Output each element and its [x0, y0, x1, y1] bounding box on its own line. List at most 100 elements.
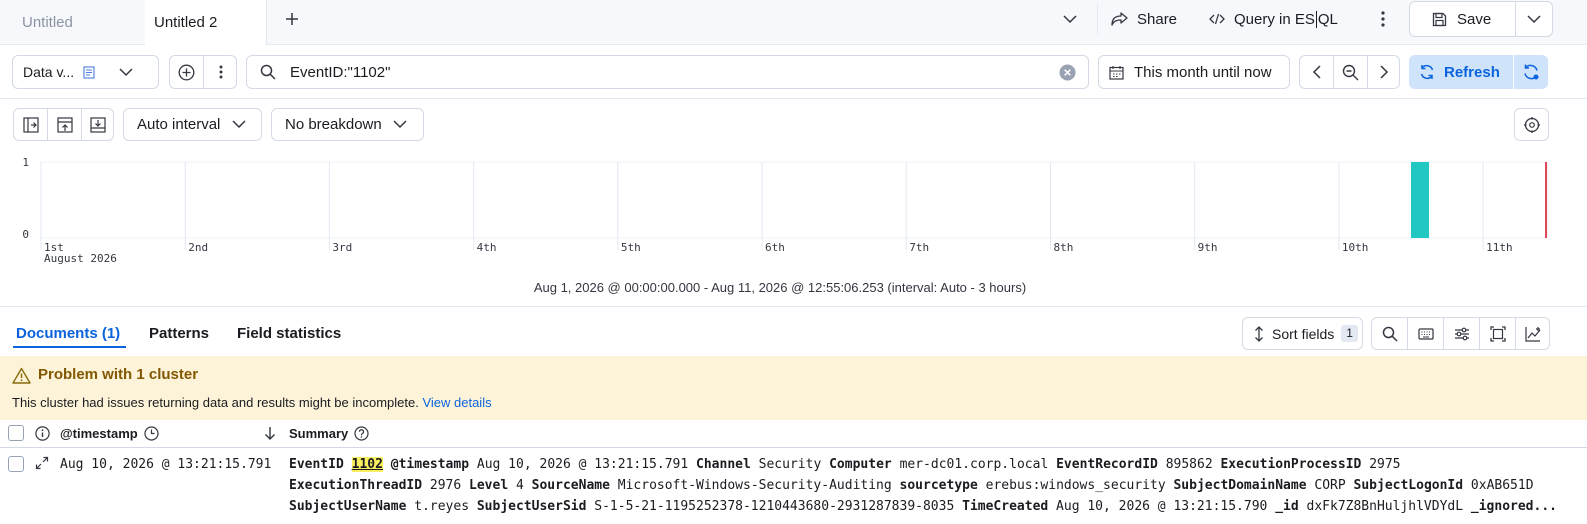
refresh-icon: [1419, 64, 1435, 80]
x-tick-label: 2nd: [188, 241, 208, 254]
info-icon[interactable]: [35, 426, 50, 441]
tab-untitled[interactable]: Untitled: [0, 0, 145, 44]
view-details-link[interactable]: View details: [422, 395, 491, 410]
sort-descending-icon[interactable]: [264, 426, 276, 441]
search-in-grid-button[interactable]: [1372, 318, 1407, 349]
hide-chart-button[interactable]: [48, 109, 81, 140]
save-options-button[interactable]: [1516, 2, 1552, 36]
divider: [1097, 4, 1098, 34]
interval-select[interactable]: Auto interval: [123, 108, 262, 141]
save-button-group: Save: [1409, 1, 1553, 37]
query-menu-button[interactable]: [204, 56, 237, 88]
more-options-icon: [219, 65, 223, 79]
sort-icon: [1254, 325, 1264, 342]
x-tick-label: 3rd: [332, 241, 352, 254]
field-key: SourceName: [531, 478, 610, 493]
tab-documents[interactable]: Documents (1): [16, 325, 120, 342]
field-key: _ignored: [1470, 499, 1534, 514]
tab-bar: Untitled Untitled 2 Share Query in ES QL …: [0, 0, 1587, 45]
field-key: ExecutionProcessID: [1220, 457, 1362, 472]
cluster-warning-callout: Problem with 1 cluster This cluster had …: [0, 356, 1587, 420]
add-filter-button[interactable]: [170, 56, 203, 88]
x-tick-label: 5th: [621, 241, 641, 254]
select-all-checkbox[interactable]: [8, 425, 24, 441]
interval-label: Auto interval: [137, 116, 221, 133]
field-key: EventID: [289, 457, 344, 472]
data-view-picker[interactable]: Data v...: [12, 55, 159, 89]
field-key: SubjectUserName: [289, 499, 407, 514]
field-value: 2975: [1369, 457, 1401, 472]
chevron-down-icon: [119, 67, 133, 77]
field-value: dxFk7Z8BnHuljhlVDYdL: [1306, 499, 1464, 514]
timestamp-column-header[interactable]: @timestamp: [60, 426, 138, 441]
x-sublabel: August 2026: [44, 252, 117, 265]
keyboard-shortcuts-button[interactable]: [1408, 318, 1443, 349]
more-options-icon[interactable]: [1376, 9, 1390, 29]
field-value: CORP: [1314, 478, 1346, 493]
query-label-suffix: QL: [1317, 10, 1338, 28]
search-icon: [260, 64, 276, 80]
chevron-right-icon: [1379, 65, 1389, 79]
save-button[interactable]: Save: [1410, 2, 1515, 36]
add-tab-icon[interactable]: [282, 8, 302, 30]
x-tick-label: 11th: [1486, 241, 1513, 254]
field-value: S-1-5-21-1195252378-1210443680-293128783…: [594, 499, 955, 514]
expand-row-icon[interactable]: [35, 456, 49, 470]
summary-column-header[interactable]: Summary: [289, 426, 348, 441]
field-key: SubjectUserSid: [476, 499, 587, 514]
zoom-out-button[interactable]: [1334, 56, 1367, 88]
histogram-chart[interactable]: 101st 2nd 3rd 4th 5th 6th 7th 8th 9th 10th 11thAug…: [0, 150, 1587, 270]
chevron-down-icon[interactable]: [1060, 9, 1080, 29]
sort-fields-label: Sort fields: [1272, 325, 1335, 342]
collapse-chart-icon: [56, 116, 73, 133]
field-value: Microsoft-Windows-Security-Auditing: [617, 478, 892, 493]
chart-add-icon: [1524, 326, 1542, 342]
expand-chart-button[interactable]: [82, 109, 114, 140]
row-checkbox[interactable]: [8, 456, 24, 472]
code-icon: [1209, 13, 1225, 25]
display-settings-button[interactable]: [1444, 318, 1479, 349]
date-picker-button[interactable]: This month until now: [1098, 55, 1290, 89]
field-key: Computer: [829, 457, 892, 472]
y-tick-label: 1: [22, 156, 29, 169]
search-icon: [1382, 326, 1398, 342]
chart-in-grid-button[interactable]: [1516, 318, 1550, 349]
next-period-button[interactable]: [1368, 56, 1400, 88]
clock-icon: [144, 426, 159, 441]
x-tick-label: 8th: [1053, 241, 1073, 254]
share-icon: [1111, 12, 1128, 26]
refresh-label: Refresh: [1444, 63, 1500, 81]
tab-field-statistics[interactable]: Field statistics: [237, 325, 341, 342]
search-input[interactable]: EventID:"1102": [246, 55, 1089, 89]
previous-period-button[interactable]: [1300, 56, 1333, 88]
breakdown-select[interactable]: No breakdown: [271, 108, 424, 141]
help-icon: [354, 426, 369, 441]
keyboard-icon: [1417, 327, 1434, 341]
tab-untitled-2[interactable]: Untitled 2: [145, 0, 267, 45]
full-screen-button[interactable]: [1480, 318, 1515, 349]
field-key: EventRecordID: [1056, 457, 1158, 472]
clear-icon[interactable]: [1059, 64, 1076, 81]
full-screen-icon: [1489, 325, 1506, 342]
sort-fields-button[interactable]: Sort fields 1: [1242, 317, 1363, 350]
zoom-out-icon: [1342, 64, 1359, 81]
share-button[interactable]: Share: [1111, 0, 1177, 38]
table-row[interactable]: Aug 10, 2026 @ 13:21:15.791 EventID 1102…: [0, 448, 1587, 524]
save-label: Save: [1457, 10, 1492, 28]
tab-patterns[interactable]: Patterns: [149, 325, 209, 342]
x-tick-label: 4th: [477, 241, 497, 254]
field-value: Security: [758, 457, 822, 472]
row-timestamp: Aug 10, 2026 @ 13:21:15.791: [60, 457, 272, 472]
field-key: SubjectDomainName: [1173, 478, 1307, 493]
toggle-sidebar-button[interactable]: [14, 109, 47, 140]
refresh-button[interactable]: Refresh: [1409, 55, 1513, 89]
query-in-esql-button[interactable]: Query in ES QL: [1209, 0, 1338, 38]
field-key: Channel: [696, 457, 751, 472]
query-actions-group: [169, 55, 237, 89]
chart-options-button[interactable]: [1514, 108, 1549, 141]
save-icon: [1432, 12, 1447, 27]
field-value: erebus:windows_security: [985, 478, 1166, 493]
chevron-down-icon: [232, 120, 246, 129]
auto-refresh-button[interactable]: [1514, 55, 1548, 89]
expand-chart-icon: [90, 116, 106, 133]
